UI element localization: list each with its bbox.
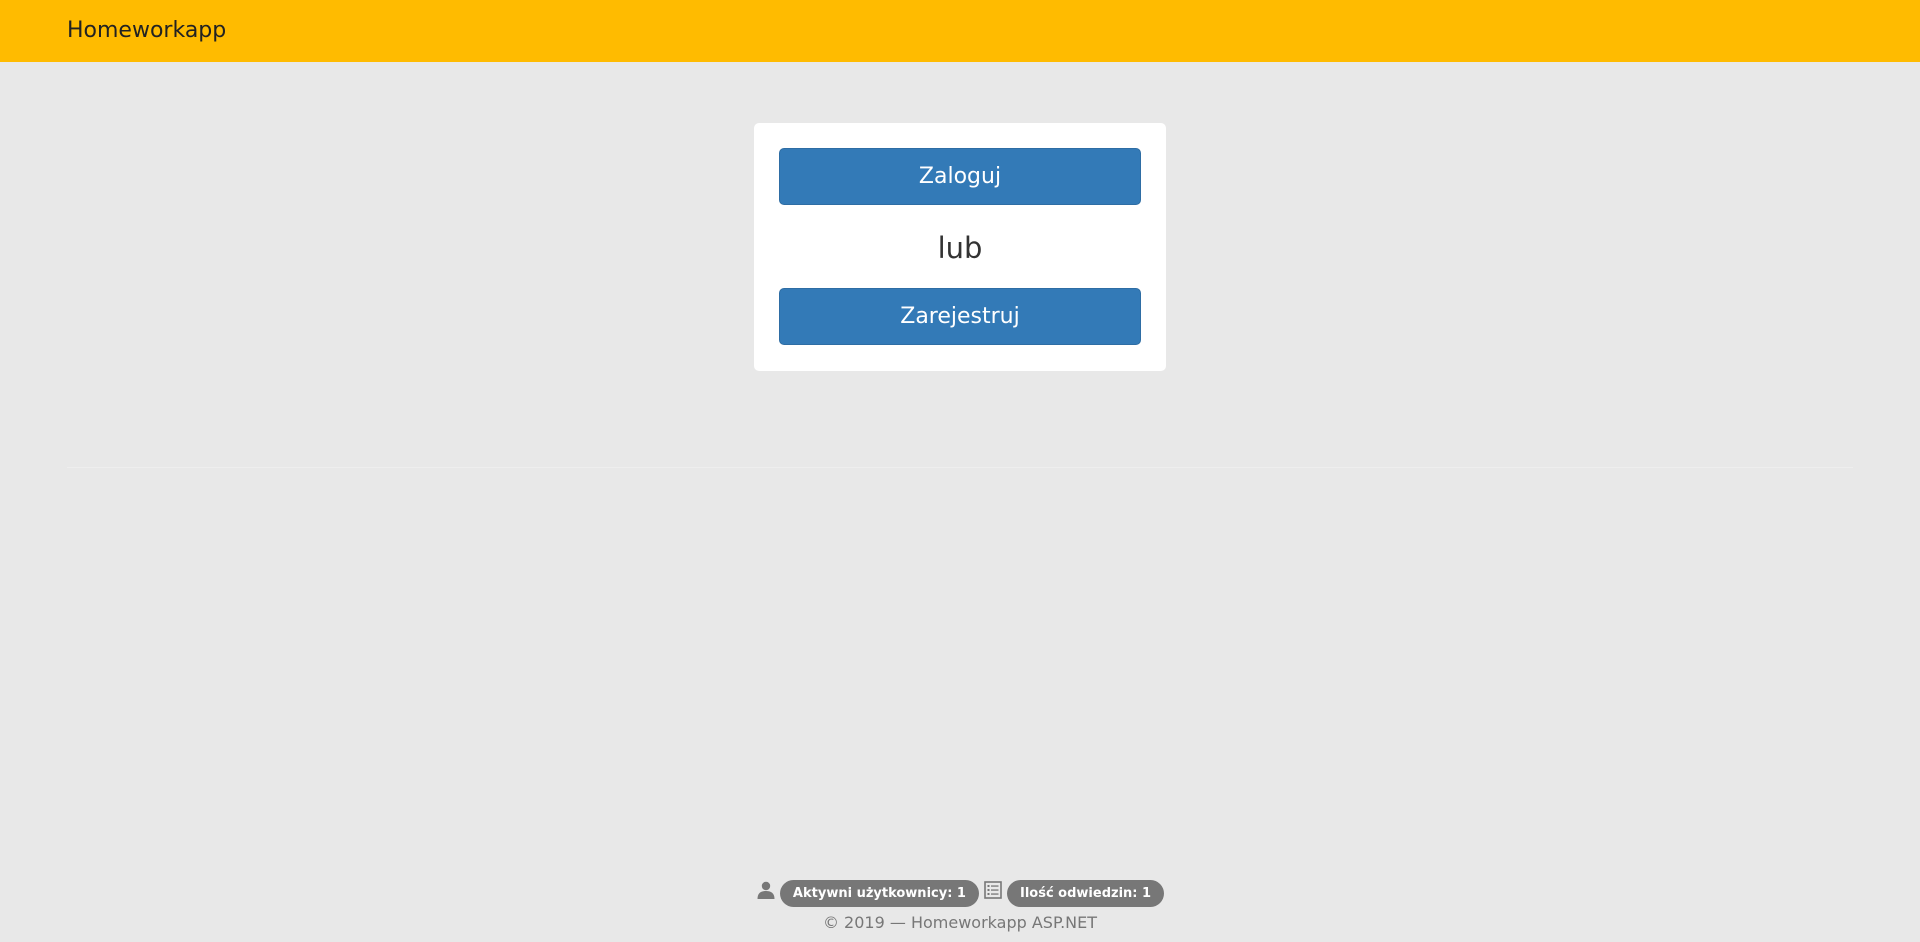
register-button[interactable]: Zarejestruj: [779, 288, 1141, 345]
divider: [67, 467, 1853, 468]
copyright-text: © 2019 — Homeworkapp ASP.NET: [822, 913, 1098, 932]
user-icon: [756, 880, 776, 900]
brand-link[interactable]: Homeworkapp: [67, 0, 226, 62]
auth-panel: Zaloguj lub Zarejestruj: [754, 123, 1166, 371]
footer-stats: Aktywni użytkownicy: 1 Ilość odwiedzin: …: [0, 879, 1920, 907]
login-button[interactable]: Zaloguj: [779, 148, 1141, 205]
navbar: Homeworkapp: [0, 0, 1920, 62]
or-separator: lub: [937, 231, 983, 265]
list-alt-icon: [983, 880, 1003, 900]
active-users-badge: Aktywni użytkownicy: 1: [779, 879, 979, 907]
visits-badge: Ilość odwiedzin: 1: [1006, 879, 1165, 907]
